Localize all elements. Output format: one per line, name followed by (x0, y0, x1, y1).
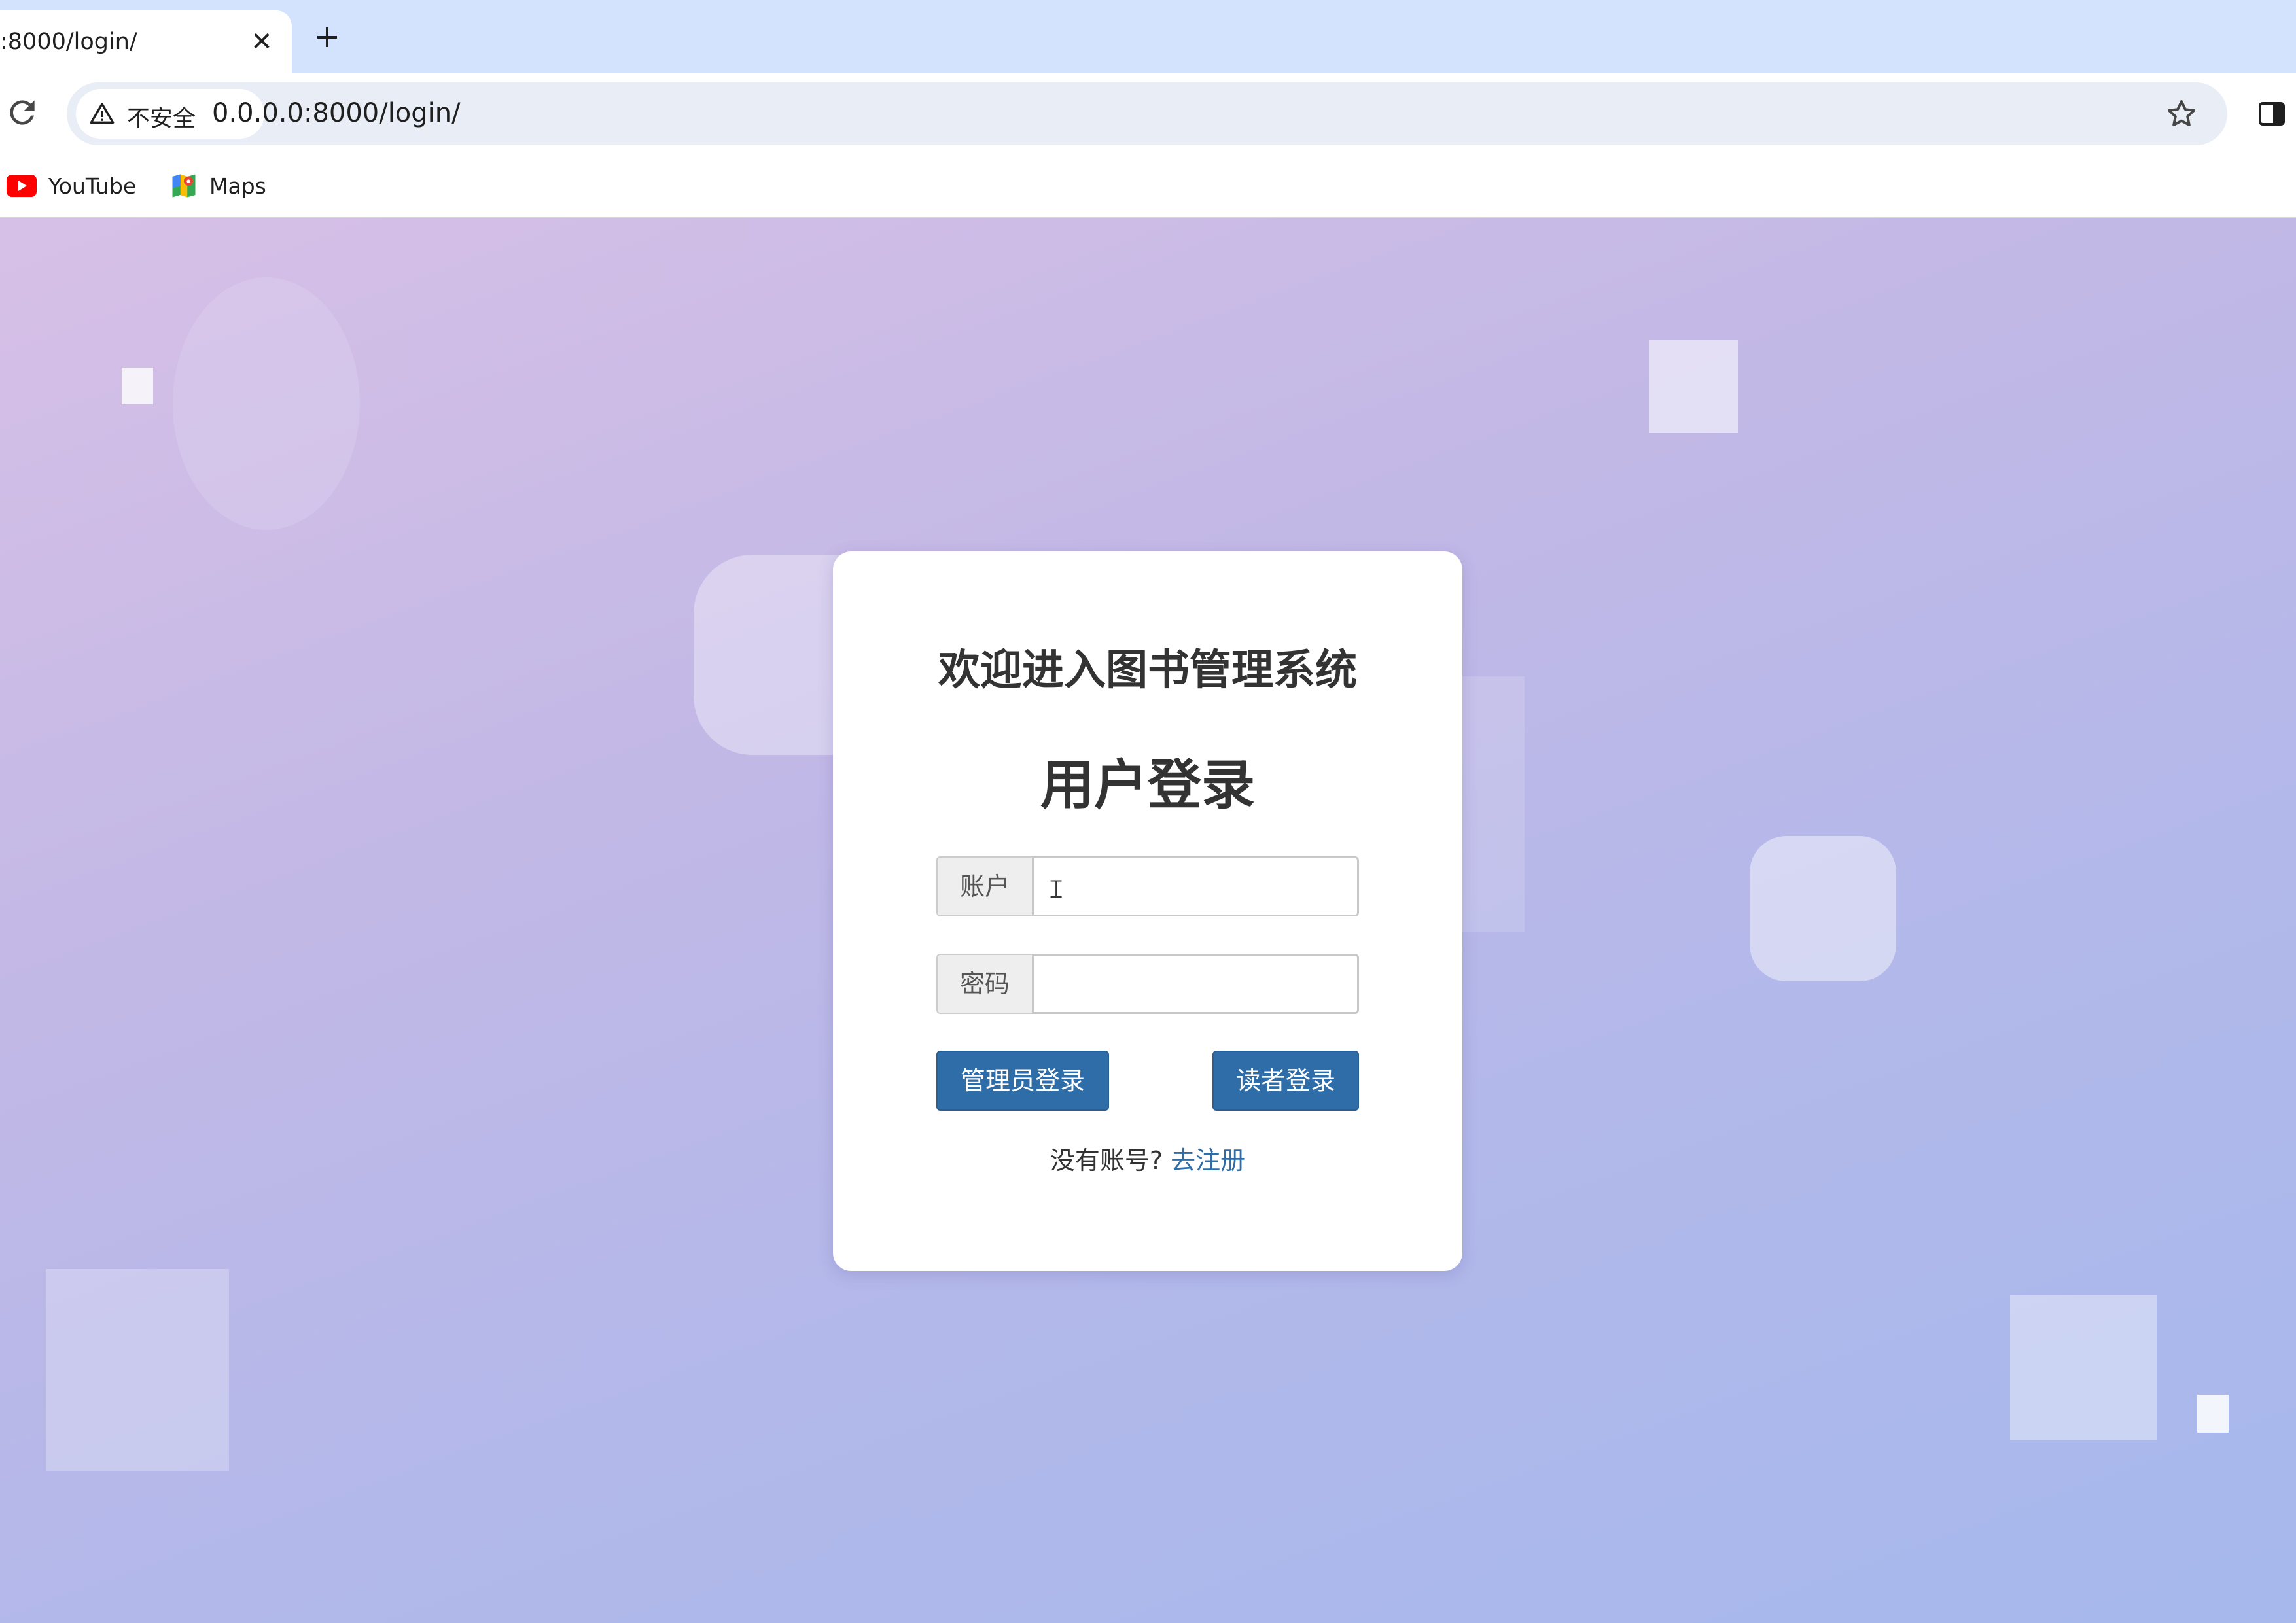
admin-login-button[interactable]: 管理员登录 (936, 1051, 1109, 1111)
account-field-group: 账户 𝙸 (936, 856, 1359, 916)
bookmark-label: Maps (209, 173, 266, 199)
browser-tab[interactable]: :8000/login/ ✕ (0, 10, 292, 73)
address-bar[interactable]: 不安全 0.0.0.0:8000/login/ (67, 82, 2227, 145)
security-label: 不安全 (127, 106, 196, 132)
tab-title: :8000/login/ (0, 29, 137, 55)
warning-icon (90, 103, 115, 124)
side-panel-icon[interactable] (2256, 98, 2287, 130)
bookmark-youtube[interactable]: YouTube (7, 170, 136, 201)
decorative-ellipse (173, 277, 360, 530)
account-input[interactable]: 𝙸 (1032, 856, 1359, 916)
decorative-rect (1459, 676, 1525, 932)
bookmarks-bar: YouTube Maps (0, 153, 2296, 218)
login-page-background: 欢迎进入图书管理系统 用户登录 账户 𝙸 密码 管理员登录 读者登录 没有账号?… (0, 218, 2296, 1623)
no-account-text: 没有账号? (1050, 1146, 1163, 1175)
bookmark-star-icon[interactable] (2166, 98, 2197, 130)
password-input[interactable] (1032, 954, 1359, 1014)
welcome-heading: 欢迎进入图书管理系统 (938, 646, 1357, 695)
reload-icon[interactable] (4, 94, 41, 131)
account-label: 账户 (936, 856, 1032, 916)
register-link[interactable]: 去注册 (1171, 1146, 1245, 1175)
maps-icon (172, 174, 196, 198)
browser-toolbar: 不安全 0.0.0.0:8000/login/ (0, 73, 2296, 153)
close-icon[interactable]: ✕ (247, 27, 276, 56)
tab-strip: :8000/login/ ✕ + (0, 0, 2296, 73)
new-tab-button[interactable]: + (310, 20, 344, 54)
decorative-square (1649, 340, 1738, 433)
text-cursor-icon: 𝙸 (1047, 874, 1066, 904)
youtube-icon (7, 175, 37, 197)
url-text[interactable]: 0.0.0.0:8000/login/ (212, 98, 461, 128)
bookmark-maps[interactable]: Maps (170, 170, 266, 201)
login-card: 欢迎进入图书管理系统 用户登录 账户 𝙸 密码 管理员登录 读者登录 没有账号?… (833, 551, 1462, 1271)
decorative-square (2197, 1395, 2229, 1433)
register-prompt: 没有账号? 去注册 (833, 1140, 1462, 1176)
decorative-square (46, 1269, 229, 1471)
decorative-rounded-square (1750, 836, 1896, 981)
password-label: 密码 (936, 954, 1032, 1014)
bookmark-label: YouTube (48, 173, 137, 199)
decorative-square (2010, 1295, 2157, 1440)
password-field-group: 密码 (936, 954, 1359, 1014)
reader-login-button[interactable]: 读者登录 (1212, 1051, 1359, 1111)
login-title: 用户登录 (1040, 754, 1255, 816)
decorative-square (122, 368, 153, 404)
